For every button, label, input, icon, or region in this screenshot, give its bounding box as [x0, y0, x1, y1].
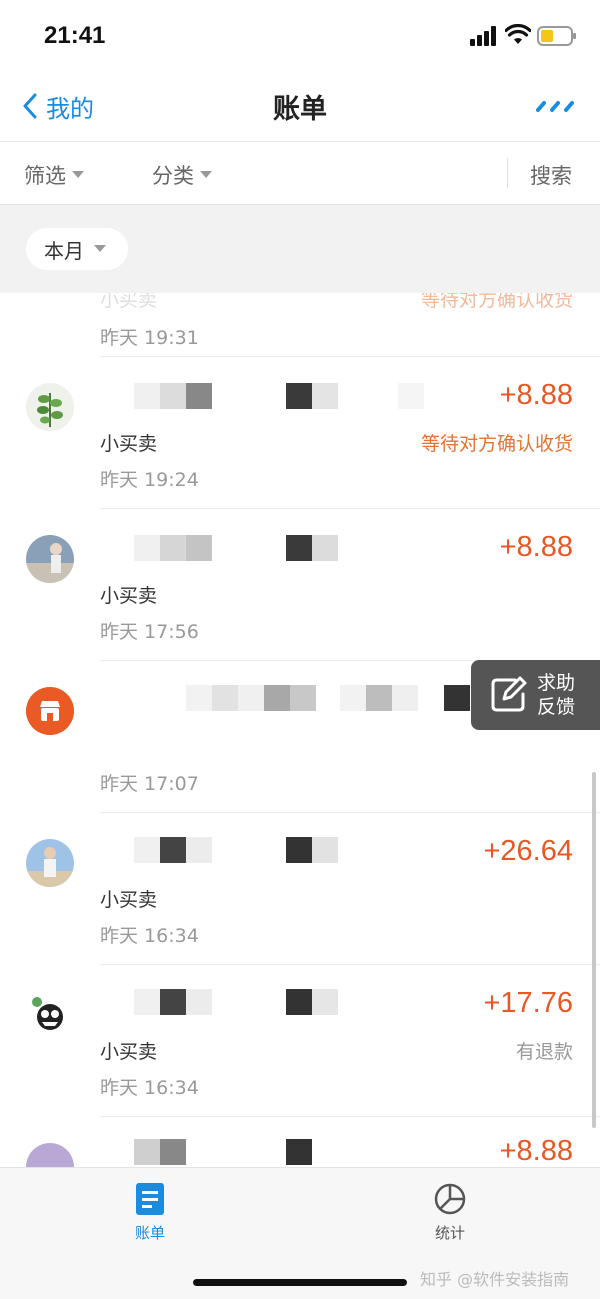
- category-dropdown[interactable]: 分类: [152, 160, 212, 190]
- bill-icon: [136, 1183, 164, 1215]
- avatar: [26, 991, 74, 1039]
- redacted-title: [134, 383, 424, 409]
- filter-dropdown[interactable]: 筛选: [24, 160, 84, 190]
- row-status: 等待对方确认收货: [420, 433, 573, 455]
- caret-down-icon: [72, 171, 84, 178]
- filter-bar: 筛选 分类 搜索: [0, 142, 600, 205]
- home-indicator[interactable]: [193, 1279, 407, 1286]
- month-label: 本月: [44, 238, 84, 263]
- transaction-row[interactable]: +26.64 小买卖 昨天 16:34: [0, 813, 600, 965]
- battery-icon: [537, 26, 576, 46]
- edit-icon: [491, 676, 527, 712]
- avatar: [26, 383, 74, 431]
- transaction-row[interactable]: +8.88 小买卖 昨天 17:56: [0, 509, 600, 661]
- status-bar: 21:41: [0, 0, 600, 70]
- wifi-icon: [505, 24, 531, 44]
- row-subtitle: 小买卖: [100, 293, 158, 311]
- plant-avatar-icon: [26, 383, 74, 431]
- help-feedback-button[interactable]: 求助 反馈: [471, 660, 600, 730]
- row-amount: +8.88: [499, 1135, 573, 1167]
- caret-down-icon: [200, 171, 212, 178]
- avatar: [26, 839, 74, 887]
- row-subtitle: 小买卖: [100, 1041, 158, 1063]
- cartoon-avatar-icon: [26, 991, 74, 1039]
- pie-chart-icon: [434, 1183, 466, 1215]
- row-subtitle: 小买卖: [100, 889, 158, 911]
- redacted-title: [134, 535, 338, 561]
- person-avatar-icon: [26, 535, 74, 583]
- redacted-title: [134, 837, 338, 863]
- transaction-row[interactable]: +17.76 小买卖 有退款 昨天 16:34: [0, 965, 600, 1117]
- month-selector[interactable]: 本月: [26, 228, 128, 270]
- person-avatar-icon: [26, 839, 74, 887]
- row-subtitle: 小买卖: [100, 585, 158, 607]
- nav-bar: 我的 账单: [0, 70, 600, 142]
- status-time: 21:41: [44, 22, 106, 49]
- row-time: 昨天 16:34: [100, 925, 199, 947]
- feedback-line-1: 求助: [537, 672, 576, 694]
- row-status: 等待对方确认收货: [420, 293, 573, 311]
- row-amount: +8.88: [499, 531, 573, 563]
- feedback-label: 求助 反馈: [537, 671, 575, 719]
- tab-statistics[interactable]: 统计: [400, 1182, 500, 1243]
- more-icon[interactable]: [536, 96, 576, 116]
- month-header: 本月: [0, 205, 600, 293]
- row-time: 昨天 16:34: [100, 1077, 199, 1099]
- transaction-list[interactable]: 小买卖 等待对方确认收货 昨天 19:31 +8.88 小买卖 等待对方确认收货…: [0, 293, 600, 1167]
- filter-label: 筛选: [24, 164, 66, 188]
- row-time: 昨天 19:31: [100, 327, 199, 349]
- redacted-title: [134, 989, 338, 1015]
- row-time: 昨天 17:56: [100, 621, 199, 643]
- row-subtitle: 小买卖: [100, 433, 158, 455]
- signal-icon: [470, 26, 496, 46]
- shop-icon: [26, 687, 74, 735]
- tab-statistics-label: 统计: [434, 1224, 465, 1242]
- feedback-line-2: 反馈: [537, 696, 576, 718]
- row-time: 昨天 17:07: [100, 773, 199, 795]
- row-time: 昨天 19:24: [100, 469, 199, 491]
- page-title: 账单: [273, 94, 327, 125]
- divider: [507, 158, 508, 188]
- avatar: [26, 1143, 74, 1167]
- row-amount: +8.88: [499, 379, 573, 411]
- redacted-title: [134, 1139, 312, 1165]
- row-amount: +26.64: [483, 835, 573, 867]
- row-amount: +17.76: [483, 987, 573, 1019]
- transaction-row[interactable]: +8.88 小买卖 等待对方确认收货 昨天 19:24: [0, 357, 600, 509]
- search-button[interactable]: 搜索: [530, 160, 572, 190]
- avatar: [26, 687, 74, 735]
- row-status: 有退款: [515, 1041, 573, 1063]
- avatar: [26, 535, 74, 583]
- redacted-title: [186, 685, 470, 711]
- scrollbar[interactable]: [592, 772, 596, 1128]
- transaction-row[interactable]: +8.88: [0, 1117, 600, 1167]
- transaction-row[interactable]: 小买卖 等待对方确认收货 昨天 19:31: [0, 293, 600, 357]
- category-label: 分类: [152, 164, 194, 188]
- caret-down-icon: [94, 245, 106, 252]
- search-label: 搜索: [530, 164, 572, 188]
- tab-bill-label: 账单: [134, 1224, 165, 1242]
- watermark: 知乎 @软件安装指南: [420, 1270, 570, 1289]
- tab-bill[interactable]: 账单: [100, 1182, 200, 1243]
- landscape-avatar-icon: [26, 1143, 74, 1167]
